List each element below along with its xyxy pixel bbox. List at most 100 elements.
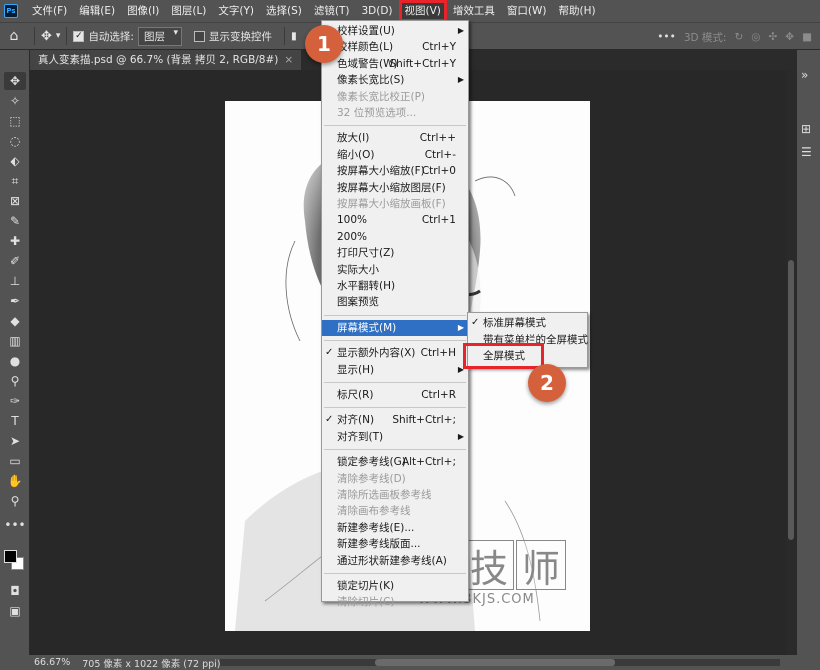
lasso-tool-icon[interactable]: ◌ [4, 132, 26, 150]
move-tool-icon[interactable]: ✥ [41, 29, 52, 44]
view-menu-item[interactable]: ✓ 对齐(N) Shift+Ctrl+; [322, 412, 468, 428]
view-menu-item[interactable]: 锁定切片(K) [322, 578, 468, 594]
3d-slide-icon[interactable]: ✥ [785, 31, 794, 43]
view-menu-item-label: 校样颜色(L) [337, 41, 394, 54]
menu-item[interactable]: 3D(D) [355, 0, 398, 22]
menu-item[interactable]: 编辑(E) [73, 0, 121, 22]
layer-select-dropdown[interactable]: 图层 [137, 26, 182, 46]
fullscreen-mode-highlight-box [463, 343, 544, 369]
view-menu-item[interactable]: 按屏幕大小缩放(F) Ctrl+0 [322, 163, 468, 179]
view-menu-item[interactable]: 像素长宽比(S) ▶ [322, 72, 468, 88]
screen-mode-item-label: 标准屏幕模式 [483, 317, 546, 329]
healing-brush-tool-icon[interactable]: ✚ [4, 232, 26, 250]
horizontal-scrollbar-thumb[interactable] [375, 659, 615, 666]
view-menu-item[interactable]: 水平翻转(H) [322, 278, 468, 294]
type-tool-icon[interactable]: T [4, 412, 26, 430]
menu-item[interactable]: 文字(Y) [212, 0, 260, 22]
artboard-tool-icon[interactable]: ✧ [4, 92, 26, 110]
stamp-tool-icon[interactable]: ⊥ [4, 272, 26, 290]
menu-item[interactable]: 帮助(H) [553, 0, 602, 22]
submenu-arrow-icon: ▶ [457, 322, 464, 332]
quick-select-tool-icon[interactable]: ⬖ [4, 152, 26, 170]
menu-item[interactable]: 文件(F) [26, 0, 73, 22]
shape-tool-icon[interactable]: ▭ [4, 452, 26, 470]
view-menu-item[interactable]: 通过形状新建参考线(A) [322, 553, 468, 569]
view-menu-item[interactable]: ✓ 显示额外内容(X) Ctrl+H [322, 345, 468, 361]
view-menu-item[interactable]: 屏幕模式(M) ▶ [322, 319, 468, 336]
quick-mask-icon[interactable]: ◘ [4, 582, 26, 600]
dodge-tool-icon[interactable]: ⚲ [4, 372, 26, 390]
menu-separator [324, 573, 466, 574]
vertical-scrollbar[interactable] [786, 70, 796, 655]
frame-tool-icon[interactable]: ⊠ [4, 192, 26, 210]
3d-scale-icon[interactable]: ■ [802, 31, 812, 43]
menu-item[interactable]: 增效工具 [447, 0, 501, 22]
blur-tool-icon[interactable]: ● [4, 352, 26, 370]
view-menu-item[interactable]: 新建参考线(E)... [322, 520, 468, 536]
view-menu-item[interactable]: 色域警告(W) Shift+Ctrl+Y [322, 56, 468, 72]
view-menu-item[interactable]: 对齐到(T) ▶ [322, 429, 468, 445]
menu-bar: Ps 文件(F) 编辑(E) 图像(I) 图层(L) 文字(Y) 选择(S) 滤镜(T) 3D… [0, 0, 820, 22]
show-transform-checkbox[interactable] [193, 30, 205, 42]
document-tab[interactable]: 真人变素描.psd @ 66.7% (背景 拷贝 2, RGB/8#) × [30, 50, 302, 70]
zoom-tool-icon[interactable]: ⚲ [4, 492, 26, 510]
view-menu-item-label: 对齐(N) [337, 414, 375, 427]
view-menu-item[interactable]: 标尺(R) Ctrl+R [322, 387, 468, 403]
view-menu-item[interactable]: 锁定参考线(G) Alt+Ctrl+; [322, 454, 468, 470]
3d-rotate-icon[interactable]: ↻ [734, 31, 743, 43]
hand-tool-icon[interactable]: ✋ [4, 472, 26, 490]
view-menu-item-label: 200% [337, 230, 368, 243]
eraser-tool-icon[interactable]: ◆ [4, 312, 26, 330]
view-menu-item[interactable]: 打印尺寸(Z) [322, 245, 468, 261]
menu-item[interactable]: 滤镜(T) [308, 0, 356, 22]
eyedropper-tool-icon[interactable]: ✎ [4, 212, 26, 230]
collapse-panel-icon[interactable]: » [801, 68, 808, 82]
3d-roll-icon[interactable]: ◎ [751, 31, 760, 43]
view-menu-item[interactable]: 校样颜色(L) Ctrl+Y [322, 39, 468, 55]
path-select-tool-icon[interactable]: ➤ [4, 432, 26, 450]
3d-pan-icon[interactable]: ✣ [768, 31, 777, 43]
horizontal-scrollbar[interactable] [220, 659, 780, 666]
screen-mode-item[interactable]: ✓ 标准屏幕模式 [468, 315, 587, 331]
view-menu-item[interactable]: 显示(H) ▶ [322, 362, 468, 378]
menu-item[interactable]: 选择(S) [260, 0, 308, 22]
menu-item[interactable]: 视图(V) [398, 0, 447, 22]
pen-tool-icon[interactable]: ✑ [4, 392, 26, 410]
adjustments-panel-icon[interactable]: ☰ [801, 145, 812, 159]
view-menu-item[interactable]: 缩小(O) Ctrl+- [322, 147, 468, 163]
view-menu-item-label: 像素长宽比(S) [337, 74, 405, 87]
brush-tool-icon[interactable]: ✐ [4, 252, 26, 270]
zoom-level[interactable]: 66.67% [34, 657, 70, 668]
view-menu-item[interactable]: 放大(I) Ctrl++ [322, 130, 468, 146]
view-menu-item[interactable]: 校样设置(U) ▶ [322, 23, 468, 39]
view-menu-item[interactable]: 图案预览 [322, 294, 468, 310]
shortcut-label: Alt+Ctrl+; [401, 456, 456, 469]
view-menu-item[interactable]: 100% Ctrl+1 [322, 212, 468, 228]
gradient-tool-icon[interactable]: ▥ [4, 332, 26, 350]
crop-tool-icon[interactable]: ⌗ [4, 172, 26, 190]
view-menu-item[interactable]: 按屏幕大小缩放图层(F) [322, 180, 468, 196]
view-menu-item[interactable]: 200% [322, 229, 468, 245]
3d-mode-label: 3D 模式: [683, 31, 727, 44]
edit-toolbar-icon[interactable]: ••• [4, 516, 26, 534]
auto-select-checkbox[interactable]: ✓ [73, 30, 85, 42]
marquee-tool-icon[interactable]: ⬚ [4, 112, 26, 130]
align-left-icon[interactable]: ▮ [291, 30, 297, 42]
home-icon[interactable]: ⌂ [0, 28, 28, 44]
view-menu-item[interactable]: 新建参考线版面... [322, 536, 468, 552]
more-options-icon[interactable]: ••• [657, 31, 676, 43]
view-menu-item[interactable]: 实际大小 [322, 262, 468, 278]
close-icon[interactable]: × [284, 54, 293, 66]
view-menu-item-label: 32 位预览选项... [337, 107, 417, 119]
menu-item[interactable]: 图层(L) [165, 0, 212, 22]
foreground-color-swatch[interactable] [4, 550, 17, 563]
menu-item[interactable]: 窗口(W) [501, 0, 553, 22]
chevron-down-icon[interactable]: ▾ [56, 31, 61, 41]
vertical-scrollbar-thumb[interactable] [788, 260, 794, 540]
screen-mode-icon[interactable]: ▣ [4, 602, 26, 620]
view-menu-dropdown: 校样设置(U) ▶ 校样颜色(L) Ctrl+Y 色域警告(W) Shift+Ctrl+Y… [321, 20, 469, 608]
menu-item[interactable]: 图像(I) [121, 0, 165, 22]
properties-panel-icon[interactable]: ⊞ [801, 122, 811, 136]
history-brush-tool-icon[interactable]: ✒ [4, 292, 26, 310]
move-tool-icon[interactable]: ✥ [4, 72, 26, 90]
